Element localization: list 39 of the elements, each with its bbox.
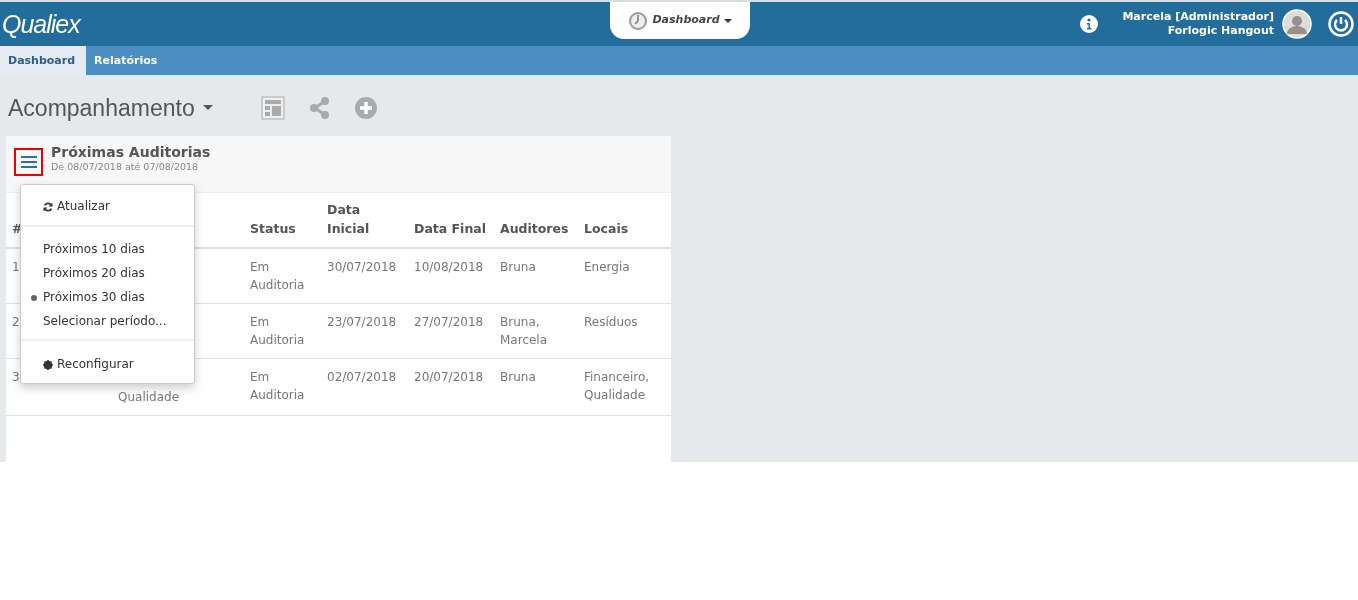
page-title-dropdown[interactable]: Acompanhamento	[8, 91, 213, 126]
refresh-icon	[43, 201, 53, 212]
table-cell: 10/08/2018	[408, 247, 494, 303]
info-icon[interactable]	[1080, 15, 1099, 33]
table-cell: Resíduos	[578, 303, 671, 358]
column-header: Status	[244, 193, 321, 248]
caret-icon	[202, 105, 213, 112]
column-header: Locais	[578, 193, 671, 248]
table-cell: Em Auditoria	[244, 247, 321, 303]
table-cell: Energia	[578, 247, 671, 303]
column-header: Data Inicial	[321, 193, 408, 248]
gear-icon	[43, 359, 53, 370]
menu-icon	[19, 155, 38, 169]
nav-tab[interactable]: Relatórios	[86, 46, 169, 75]
user-name: Marcela [Administrador]	[1122, 10, 1274, 24]
company-name: Forlogic Hangout	[1166, 24, 1274, 38]
table-cell: 27/07/2018	[408, 303, 494, 358]
menu-button[interactable]	[14, 148, 43, 176]
logo: Qualiex	[1, 9, 80, 40]
app-switcher-button[interactable]: Dashboard	[610, 2, 750, 39]
table-cell: 30/07/2018	[321, 247, 408, 303]
caret-icon	[723, 18, 732, 23]
widget-subtitle: De 08/07/2018 até 07/08/2018	[51, 160, 200, 174]
power-icon[interactable]	[1328, 11, 1354, 37]
table-cell: Em Auditoria	[244, 358, 321, 415]
nav-tab[interactable]: Dashboard	[0, 46, 87, 75]
widget-title: Próximas Auditorias	[51, 144, 211, 160]
column-header: Data Final	[408, 193, 494, 248]
table-cell: 20/07/2018	[408, 358, 494, 415]
column-header: Auditores	[494, 193, 578, 248]
table-cell: Em Auditoria	[244, 303, 321, 358]
table-cell: Financeiro, Qualidade	[578, 358, 671, 415]
avatar[interactable]	[1282, 9, 1312, 39]
table-cell: Bruna, Marcela	[494, 303, 578, 358]
table-cell: Bruna	[494, 247, 578, 303]
table-cell: Bruna	[494, 358, 578, 415]
table-cell: 23/07/2018	[321, 303, 408, 358]
table-cell: 02/07/2018	[321, 358, 408, 415]
clock-icon	[628, 10, 649, 31]
